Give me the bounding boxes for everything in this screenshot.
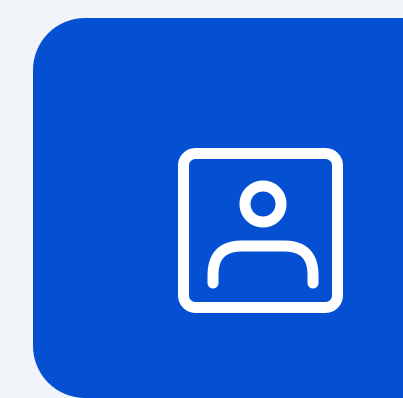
profile-app-tile[interactable] [33,18,403,398]
user-profile-icon [178,148,343,313]
canvas [0,0,403,398]
